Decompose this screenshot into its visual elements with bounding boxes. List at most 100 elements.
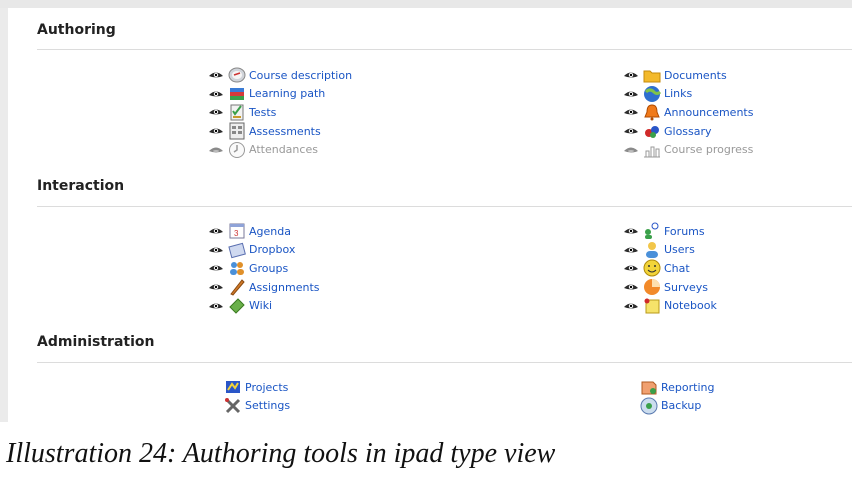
- tool-label[interactable]: Forums: [664, 225, 705, 238]
- tool-chat[interactable]: Chat: [623, 259, 690, 277]
- reporting-icon: [640, 378, 658, 396]
- eye-visible-icon[interactable]: [208, 107, 224, 117]
- tool-attendances[interactable]: Attendances: [208, 141, 318, 159]
- eye-visible-icon[interactable]: [208, 89, 224, 99]
- tool-dropbox[interactable]: Dropbox: [208, 241, 295, 259]
- authoring-section-title: Authoring: [37, 22, 116, 38]
- interaction-section-title: Interaction: [37, 178, 125, 194]
- eye-visible-icon[interactable]: [208, 126, 224, 136]
- forums-icon: [643, 222, 661, 240]
- tool-label[interactable]: Links: [664, 87, 692, 100]
- groups-icon: [228, 259, 246, 277]
- eye-visible-icon[interactable]: [623, 245, 639, 255]
- eye-visible-icon[interactable]: [623, 126, 639, 136]
- documents-icon: [643, 66, 661, 84]
- illustration-caption: Illustration 24: Authoring tools in ipad…: [6, 438, 556, 469]
- settings-icon: [224, 397, 242, 415]
- course-progress-icon: [643, 141, 661, 159]
- eye-visible-icon[interactable]: [623, 70, 639, 80]
- tool-tests[interactable]: Tests: [208, 103, 276, 121]
- course-description-icon: [228, 66, 246, 84]
- tool-settings[interactable]: Settings: [224, 397, 290, 415]
- assessments-icon: [228, 122, 246, 140]
- tool-agenda[interactable]: 3 Agenda: [208, 222, 291, 240]
- tool-label[interactable]: Groups: [249, 262, 288, 275]
- tool-label[interactable]: Course progress: [664, 143, 753, 156]
- tool-label[interactable]: Users: [664, 243, 695, 256]
- tool-users[interactable]: Users: [623, 241, 695, 259]
- assignments-icon: [228, 278, 246, 296]
- tool-label[interactable]: Course description: [249, 69, 352, 82]
- eye-visible-icon[interactable]: [208, 301, 224, 311]
- tool-label[interactable]: Tests: [249, 106, 276, 119]
- eye-visible-icon[interactable]: [623, 263, 639, 273]
- tool-course-progress[interactable]: Course progress: [623, 141, 753, 159]
- projects-icon: [224, 378, 242, 396]
- tool-label[interactable]: Assignments: [249, 281, 320, 294]
- tool-label[interactable]: Chat: [664, 262, 690, 275]
- users-icon: [643, 241, 661, 259]
- tests-icon: [228, 103, 246, 121]
- course-homepage: Authoring Interaction Administration Cou…: [0, 0, 852, 422]
- eye-visible-icon[interactable]: [623, 282, 639, 292]
- surveys-icon: [643, 278, 661, 296]
- tool-documents[interactable]: Documents: [623, 66, 727, 84]
- tool-label[interactable]: Learning path: [249, 87, 325, 100]
- wiki-icon: [228, 297, 246, 315]
- tool-projects[interactable]: Projects: [224, 378, 288, 396]
- tool-learning-path[interactable]: Learning path: [208, 85, 325, 103]
- attendances-icon: [228, 141, 246, 159]
- tool-groups[interactable]: Groups: [208, 259, 288, 277]
- tool-glossary[interactable]: Glossary: [623, 122, 712, 140]
- tool-label[interactable]: Announcements: [664, 106, 753, 119]
- eye-visible-icon[interactable]: [208, 245, 224, 255]
- tool-label[interactable]: Reporting: [661, 381, 714, 394]
- tool-label[interactable]: Projects: [245, 381, 288, 394]
- tool-label[interactable]: Assessments: [249, 125, 321, 138]
- tool-label[interactable]: Dropbox: [249, 243, 295, 256]
- eye-visible-icon[interactable]: [623, 226, 639, 236]
- eye-visible-icon[interactable]: [208, 282, 224, 292]
- eye-visible-icon[interactable]: [208, 70, 224, 80]
- section-divider: [37, 362, 852, 363]
- administration-section-title: Administration: [37, 334, 155, 350]
- links-icon: [643, 85, 661, 103]
- tool-links[interactable]: Links: [623, 85, 692, 103]
- tool-label[interactable]: Settings: [245, 399, 290, 412]
- tool-forums[interactable]: Forums: [623, 222, 705, 240]
- tool-surveys[interactable]: Surveys: [623, 278, 708, 296]
- left-border: [0, 8, 8, 422]
- section-divider: [37, 206, 852, 207]
- tool-backup[interactable]: Backup: [640, 397, 701, 415]
- eye-hidden-icon[interactable]: [623, 145, 639, 155]
- tool-notebook[interactable]: Notebook: [623, 297, 717, 315]
- eye-hidden-icon[interactable]: [208, 145, 224, 155]
- top-border: [0, 0, 852, 8]
- glossary-icon: [643, 122, 661, 140]
- eye-visible-icon[interactable]: [623, 107, 639, 117]
- eye-visible-icon[interactable]: [623, 301, 639, 311]
- tool-label[interactable]: Attendances: [249, 143, 318, 156]
- tool-label[interactable]: Notebook: [664, 299, 717, 312]
- tool-announcements[interactable]: Announcements: [623, 103, 753, 121]
- tool-reporting[interactable]: Reporting: [640, 378, 714, 396]
- section-divider: [37, 49, 852, 50]
- tool-label[interactable]: Glossary: [664, 125, 712, 138]
- tool-label[interactable]: Documents: [664, 69, 727, 82]
- eye-visible-icon[interactable]: [623, 89, 639, 99]
- tool-label[interactable]: Wiki: [249, 299, 272, 312]
- learning-path-icon: [228, 85, 246, 103]
- tool-course-description[interactable]: Course description: [208, 66, 352, 84]
- backup-icon: [640, 397, 658, 415]
- tool-assessments[interactable]: Assessments: [208, 122, 321, 140]
- tool-label[interactable]: Agenda: [249, 225, 291, 238]
- svg-text:3: 3: [234, 229, 239, 238]
- dropbox-icon: [228, 241, 246, 259]
- eye-visible-icon[interactable]: [208, 226, 224, 236]
- tool-assignments[interactable]: Assignments: [208, 278, 320, 296]
- tool-label[interactable]: Backup: [661, 399, 701, 412]
- tool-wiki[interactable]: Wiki: [208, 297, 272, 315]
- tool-label[interactable]: Surveys: [664, 281, 708, 294]
- notebook-icon: [643, 297, 661, 315]
- eye-visible-icon[interactable]: [208, 263, 224, 273]
